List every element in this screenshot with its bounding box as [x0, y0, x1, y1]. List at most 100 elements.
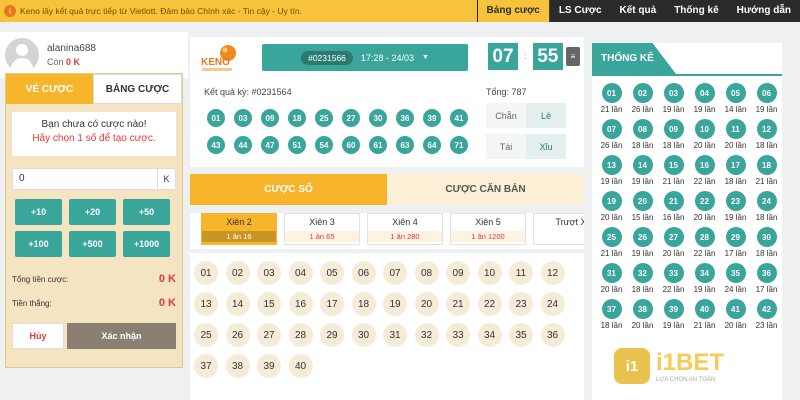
number-ball[interactable]: 19	[383, 292, 407, 316]
xien-option[interactable]: Xiên 4 1 ăn 280	[367, 213, 443, 245]
number-ball[interactable]: 03	[257, 261, 281, 285]
stat-item: 21 16 lần	[658, 191, 689, 222]
number-ball[interactable]: 16	[288, 292, 313, 316]
draw-id: #0231566	[301, 50, 353, 65]
stat-ball: 41	[725, 299, 746, 319]
nav-bang-cuoc[interactable]: Bảng cược	[476, 0, 550, 22]
timer-colon: :	[524, 51, 527, 62]
stat-ball: 31	[601, 263, 622, 283]
stat-count: 21 lần	[662, 177, 685, 186]
number-ball[interactable]: 23	[509, 292, 533, 316]
stat-item: 23 19 lần	[720, 191, 751, 222]
stat-ball: 22	[694, 191, 715, 211]
xien-option[interactable]: Xiên 5 1 ăn 1200	[450, 213, 526, 245]
number-ball[interactable]: 39	[257, 354, 281, 378]
number-ball[interactable]: 04	[288, 261, 313, 285]
number-ball[interactable]: 17	[320, 292, 344, 316]
confirm-button[interactable]: Xác nhận	[67, 323, 176, 349]
number-ball[interactable]: 25	[194, 323, 218, 347]
result-balls: 01 03 09 18 25 27 30 36 39 41 43 44 47 51 54 60 61 63 64 71	[207, 109, 473, 154]
number-ball[interactable]: 33	[446, 323, 470, 347]
number-ball[interactable]: 09	[446, 261, 470, 285]
amount-value[interactable]: 0	[13, 169, 157, 189]
cancel-button[interactable]: Hủy	[12, 323, 64, 349]
stat-count: 19 lần	[631, 177, 654, 186]
tab-cuoc-so[interactable]: CƯỢC SỐ	[190, 174, 387, 205]
number-ball[interactable]: 07	[383, 261, 407, 285]
number-ball[interactable]: 29	[320, 323, 344, 347]
number-ball[interactable]: 26	[225, 323, 250, 347]
number-ball[interactable]: 22	[477, 292, 502, 316]
number-ball[interactable]: 30	[351, 323, 376, 347]
number-ball[interactable]: 15	[257, 292, 281, 316]
stats-title: THỐNG KÊ	[592, 43, 676, 74]
number-ball[interactable]: 10	[477, 261, 502, 285]
stat-ball: 12	[756, 119, 777, 139]
number-ball[interactable]: 35	[509, 323, 533, 347]
number-ball[interactable]: 06	[351, 261, 376, 285]
stat-ball: 32	[632, 263, 653, 283]
tab-ve-cuoc[interactable]: VÉ CƯỢC	[6, 74, 93, 104]
quick-amount-button[interactable]: +100	[15, 231, 62, 257]
stats-underline	[592, 74, 782, 76]
nav-huong-dan[interactable]: Hướng dẫn	[727, 0, 800, 22]
amount-field[interactable]: 0 K	[12, 168, 176, 190]
stat-ball: 37	[601, 299, 622, 319]
stat-item: 39 19 lần	[658, 299, 689, 330]
nav-thong-ke[interactable]: Thống kê	[665, 0, 728, 22]
stat-ball: 29	[725, 227, 746, 247]
quick-amount-button[interactable]: +50	[123, 199, 170, 225]
stat-ball: 17	[725, 155, 746, 175]
number-ball[interactable]: 05	[320, 261, 344, 285]
number-ball[interactable]: 08	[414, 261, 439, 285]
stat-ball: 14	[632, 155, 653, 175]
xien-option[interactable]: Xiên 2 1 ăn 16	[201, 213, 277, 245]
number-ball[interactable]: 11	[509, 261, 533, 285]
quick-amount-button[interactable]: +1000	[123, 231, 170, 257]
nav-ls-cuoc[interactable]: LS Cược	[549, 0, 611, 22]
stat-item: 25 21 lần	[596, 227, 627, 258]
number-ball[interactable]: 37	[194, 354, 218, 378]
number-ball[interactable]: 01	[194, 261, 218, 285]
quick-amount-button[interactable]: +10	[15, 199, 62, 225]
number-ball[interactable]: 14	[225, 292, 250, 316]
number-ball[interactable]: 21	[446, 292, 470, 316]
number-ball[interactable]: 38	[225, 354, 250, 378]
number-ball[interactable]: 13	[194, 292, 218, 316]
number-ball[interactable]: 24	[540, 292, 565, 316]
tab-bang-cuoc[interactable]: BẢNG CƯỢC	[93, 74, 182, 104]
number-ball[interactable]: 02	[225, 261, 250, 285]
stat-item: 16 22 lần	[689, 155, 720, 186]
stat-item: 01 21 lần	[596, 83, 627, 114]
number-ball[interactable]: 12	[540, 261, 565, 285]
quick-amount-button[interactable]: +500	[69, 231, 116, 257]
stat-ball: 38	[632, 299, 653, 319]
number-ball[interactable]: 28	[288, 323, 313, 347]
stat-item: 22 20 lần	[689, 191, 720, 222]
keno-logo-text: KENO	[201, 57, 230, 68]
nav-ket-qua[interactable]: Kết quả	[610, 0, 666, 22]
stat-ball: 13	[601, 155, 622, 175]
stat-ball: 10	[694, 119, 715, 139]
result-categories: Chẵn Lẻ Tài Xỉu	[486, 103, 566, 159]
xien-name: Xiên 4	[392, 217, 418, 227]
result-total: Tổng: 787	[486, 87, 527, 97]
stat-ball: 34	[694, 263, 715, 283]
number-ball[interactable]: 34	[477, 323, 502, 347]
xien-option[interactable]: Xiên 3 1 ăn 65	[284, 213, 360, 245]
number-ball[interactable]: 36	[540, 323, 565, 347]
number-ball[interactable]: 27	[257, 323, 281, 347]
xien-name: Xiên 5	[475, 217, 501, 227]
tab-cuoc-can-ban[interactable]: CƯỢC CĂN BẢN	[387, 174, 584, 205]
xien-option[interactable]: Trượt X	[533, 213, 584, 245]
number-ball[interactable]: 31	[383, 323, 407, 347]
stat-count: 16 lần	[662, 213, 685, 222]
number-ball[interactable]: 40	[288, 354, 313, 378]
number-ball[interactable]: 32	[414, 323, 439, 347]
quick-amount-button[interactable]: +20	[69, 199, 116, 225]
number-ball[interactable]: 20	[414, 292, 439, 316]
number-ball[interactable]: 18	[351, 292, 376, 316]
toggle-sidebar-icon[interactable]: ≡	[566, 47, 580, 66]
draw-selector[interactable]: #0231566 17:28 - 24/03 ▼	[262, 44, 468, 71]
stat-count: 19 lần	[631, 249, 654, 258]
